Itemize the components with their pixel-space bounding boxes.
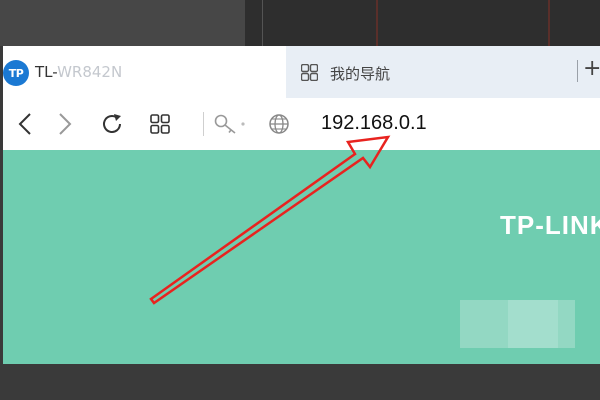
globe-icon (269, 114, 289, 134)
tab-title-obscured: WR842N (57, 63, 123, 81)
router-login-page: TP-LINK (3, 150, 600, 364)
blurred-region-inner (508, 300, 558, 348)
tab-router[interactable]: TP TL-WR842N (3, 46, 286, 98)
tab-title-text: TL- (35, 63, 58, 81)
address-bar[interactable]: 192.168.0.1 (321, 112, 427, 135)
desktop-backdrop (0, 0, 600, 46)
tab-my-navigation[interactable]: 我的导航 (286, 46, 566, 98)
browser-window: TP TL-WR842N 我的导航 + 192.168.0.1 TP-LINK (3, 46, 600, 364)
toolbar-divider (203, 112, 204, 136)
tab-bar: TP TL-WR842N 我的导航 + (3, 46, 600, 98)
new-tab-button[interactable]: + (583, 58, 600, 80)
tab-title: TL-WR842N (35, 63, 122, 81)
tab-divider (577, 60, 578, 82)
backdrop-streak (376, 0, 378, 46)
grid-icon (301, 64, 318, 81)
tab-title: 我的导航 (330, 65, 391, 83)
forward-icon[interactable] (57, 112, 73, 136)
backdrop-panel (245, 0, 600, 46)
navigation-toolbar: 192.168.0.1 (3, 98, 600, 151)
tp-link-logo-icon: TP (3, 60, 29, 86)
brand-logo: TP-LINK (500, 210, 600, 240)
grid-icon[interactable] (150, 114, 170, 134)
reload-icon[interactable] (100, 112, 124, 136)
key-icon[interactable] (214, 113, 248, 135)
back-icon[interactable] (17, 112, 33, 136)
backdrop-line (262, 0, 263, 46)
backdrop-streak (548, 0, 550, 46)
blurred-region (460, 300, 575, 348)
